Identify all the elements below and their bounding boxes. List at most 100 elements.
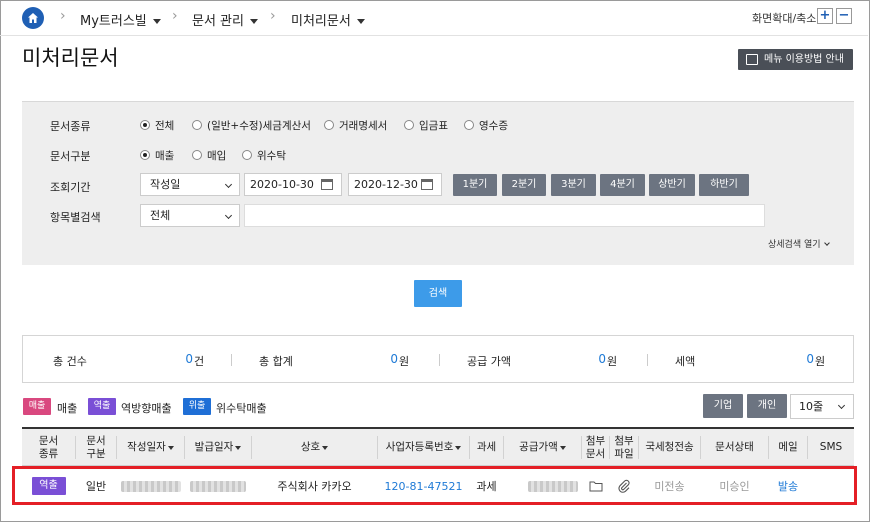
start-date-input[interactable]: 2020-10-30: [244, 173, 342, 196]
col-attach-file: 첨부 파일: [610, 429, 638, 466]
col-issue-date[interactable]: 발급일자: [185, 429, 251, 466]
summary-count-unit: 건: [194, 355, 205, 368]
row-highlight-box: [12, 466, 857, 505]
legend-text-sales: 매출: [57, 402, 78, 415]
quick-q3-button[interactable]: 3분기: [551, 174, 596, 196]
header-line: 첨부: [614, 434, 634, 447]
col-company[interactable]: 상호: [252, 429, 377, 466]
radio-label: 매출: [155, 150, 175, 162]
sort-caret-icon: [455, 445, 462, 450]
header-line: 문서: [585, 447, 606, 460]
radio-dot: [324, 120, 334, 130]
personal-button[interactable]: 개인: [747, 394, 787, 418]
summary-total-unit: 원: [399, 355, 410, 368]
chevron-right-icon: ›: [172, 8, 178, 24]
period-basis-select[interactable]: 작성일: [140, 173, 240, 196]
breadcrumb-label: My트러스빌: [80, 14, 147, 29]
radio-label: 전체: [155, 120, 175, 132]
doc-type-radio-tax-invoice[interactable]: (일반+수정)세금계산서: [192, 118, 311, 133]
home-icon[interactable]: [22, 7, 44, 29]
summary-tax-label: 세액: [675, 355, 696, 368]
summary-box: 총 건수 0 건 총 합계 0 원 공급 가액 0 원 세액 0 원: [22, 335, 854, 383]
menu-guide-label: 메뉴 이용방법 안내: [764, 54, 844, 65]
page-size-select[interactable]: 10줄: [790, 394, 854, 419]
doc-class-radio-sales[interactable]: 매출: [140, 148, 174, 163]
item-search-field-select[interactable]: 전체: [140, 204, 240, 227]
radio-label: 거래명세서: [339, 120, 388, 132]
chevron-right-icon: ›: [270, 8, 276, 24]
zoom-out-button[interactable]: −: [836, 8, 852, 24]
company-button[interactable]: 기업: [703, 394, 743, 418]
item-search-input[interactable]: [244, 204, 765, 227]
summary-count-label: 총 건수: [53, 355, 87, 368]
breadcrumb-item-document-management[interactable]: 문서 관리: [192, 10, 258, 29]
radio-dot: [464, 120, 474, 130]
radio-label: 영수증: [479, 120, 508, 132]
header-line: 파일: [614, 447, 634, 460]
summary-total-label: 총 합계: [259, 355, 293, 368]
chevron-down-icon: [224, 211, 233, 220]
summary-tax-value: 0: [806, 352, 814, 366]
radio-dot: [242, 150, 252, 160]
header-line: 문서: [86, 434, 106, 447]
quick-q2-button[interactable]: 2분기: [502, 174, 546, 196]
header-line: 첨부: [585, 434, 606, 447]
quick-first-half-button[interactable]: 상반기: [649, 174, 695, 196]
doc-class-label: 문서구분: [50, 150, 91, 163]
col-doc-type: 문서 종류: [22, 429, 75, 466]
doc-type-radio-receipt[interactable]: 영수증: [464, 118, 508, 133]
period-label: 조회기간: [50, 181, 91, 194]
quick-q1-button[interactable]: 1분기: [453, 174, 497, 196]
end-date-input[interactable]: 2020-12-30: [348, 173, 442, 196]
chevron-down-icon: [823, 240, 830, 246]
col-biz-no[interactable]: 사업자등록번호: [378, 429, 469, 466]
legend-text-reverse: 역방향매출: [121, 402, 172, 415]
summary-supply-unit: 원: [607, 355, 618, 368]
breadcrumb-item-unprocessed[interactable]: 미처리문서: [291, 10, 365, 29]
col-doc-class: 문서 구분: [76, 429, 116, 466]
doc-class-radio-consignment[interactable]: 위수탁: [242, 148, 286, 163]
search-panel: 문서종류 전체 (일반+수정)세금계산서 거래명세서 입금표 영수증 문서구분 …: [22, 101, 854, 265]
breadcrumb-label: 문서 관리: [192, 14, 244, 29]
summary-divider: [647, 354, 648, 366]
select-value: 10줄: [799, 400, 824, 413]
search-button[interactable]: 검색: [414, 280, 462, 307]
col-nts: 국세청전송: [639, 429, 700, 466]
breadcrumb-label: 미처리문서: [291, 14, 351, 29]
doc-class-radio-purchase[interactable]: 매입: [192, 148, 226, 163]
header-label: 과세: [476, 441, 497, 453]
caret-down-icon: [356, 19, 365, 24]
quick-second-half-button[interactable]: 하반기: [699, 174, 749, 196]
col-mail: 메일: [769, 429, 807, 466]
summary-count-value: 0: [185, 352, 193, 366]
doc-type-radio-statement[interactable]: 거래명세서: [324, 118, 387, 133]
header-line: 문서: [38, 434, 59, 447]
quick-q4-button[interactable]: 4분기: [600, 174, 645, 196]
breadcrumb-item-mytrusbill[interactable]: My트러스빌: [80, 10, 161, 29]
guide-icon: [746, 54, 758, 65]
date-value: 2020-12-30: [354, 178, 418, 191]
doc-type-radio-all[interactable]: 전체: [140, 118, 174, 133]
summary-divider: [231, 354, 232, 366]
advanced-search-toggle[interactable]: 상세검색 열기: [768, 237, 830, 250]
header-label: 사업자등록번호: [385, 441, 454, 453]
header-label: 국세청전송: [645, 441, 694, 453]
col-status: 문서상태: [701, 429, 768, 466]
doc-type-label: 문서종류: [50, 120, 91, 133]
col-write-date[interactable]: 작성일자: [117, 429, 184, 466]
col-sms: SMS: [808, 429, 854, 466]
doc-type-radio-deposit[interactable]: 입금표: [404, 118, 448, 133]
sort-caret-icon: [322, 445, 329, 450]
col-supply-amount[interactable]: 공급가액: [504, 429, 581, 466]
radio-label: 매입: [207, 150, 227, 162]
menu-guide-button[interactable]: 메뉴 이용방법 안내: [738, 49, 853, 70]
page-title: 미처리문서: [22, 46, 119, 70]
zoom-in-button[interactable]: +: [817, 8, 833, 24]
chevron-down-icon: [837, 401, 846, 410]
col-tax: 과세: [470, 429, 503, 466]
calendar-icon[interactable]: [421, 179, 433, 190]
calendar-icon[interactable]: [321, 179, 333, 190]
header-label: 공급가액: [519, 441, 558, 453]
col-attach-doc: 첨부 문서: [582, 429, 609, 466]
table-header: 문서 종류 문서 구분 작성일자 발급일자 상호 사업자등록번호 과세 공급가액 첨…: [22, 427, 854, 466]
